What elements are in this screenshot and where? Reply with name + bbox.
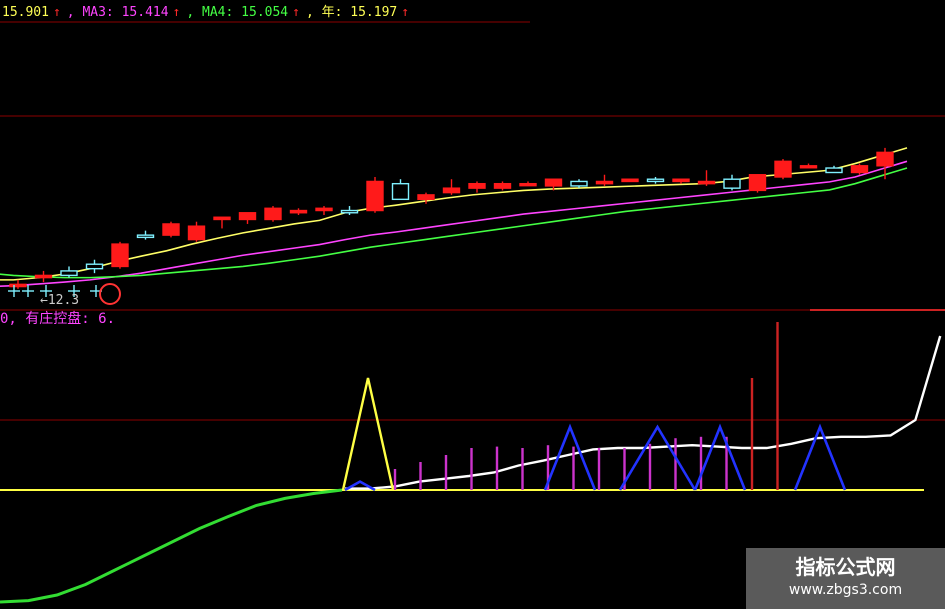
header-item-year: , 年: 15.197	[305, 5, 398, 20]
green-curve	[0, 488, 343, 604]
candle-body	[162, 223, 180, 236]
candle-body	[238, 212, 257, 221]
candle-body	[595, 180, 614, 185]
candle-body	[391, 182, 410, 201]
yellow-spike	[341, 377, 395, 491]
ma-line	[0, 147, 908, 281]
candle-body	[136, 234, 155, 239]
candle-body	[799, 165, 818, 169]
candle-body	[340, 209, 359, 214]
moving-average-lines	[0, 147, 908, 287]
candle-body	[697, 180, 716, 185]
control-indicator-label: 0, 有庄控盘: 6.	[0, 311, 116, 327]
ma-line	[0, 160, 908, 287]
watermark: 指标公式网 www.zbgs3.com	[746, 548, 945, 609]
candle-body	[417, 194, 435, 201]
arrow-up-icon: ↑	[52, 5, 61, 20]
candle-body	[493, 182, 512, 189]
candle-body	[876, 151, 894, 167]
header-item-ma3: , MA3: 15.414	[66, 5, 169, 20]
header-item-ma4: , MA4: 15.054	[186, 5, 289, 20]
candle-body	[111, 243, 129, 268]
candle-body	[9, 283, 27, 288]
blue-zigzag	[693, 423, 747, 491]
candle-body	[621, 178, 639, 183]
candle-body	[774, 160, 792, 178]
candle-body	[672, 178, 690, 183]
candle-body	[723, 178, 741, 189]
candle-body	[850, 165, 869, 174]
candle-body	[289, 209, 308, 214]
candle-body	[570, 180, 588, 187]
white-line	[345, 335, 942, 490]
stock-chart: ←12.3	[0, 21, 945, 604]
blue-zigzag	[618, 424, 697, 491]
candle-body	[213, 216, 231, 221]
candlesticks	[8, 147, 894, 305]
candle-body	[825, 167, 843, 174]
candle-body	[646, 178, 665, 183]
candle-body	[85, 263, 104, 270]
candle-body	[544, 178, 563, 187]
indicator-header: 15.901 ↑, MA3: 15.414 ↑, MA4: 15.054 ↑, 年: …	[2, 4, 415, 22]
candle-body	[34, 274, 53, 279]
candle-body	[315, 207, 333, 212]
candle-body	[468, 182, 486, 189]
candle-body	[60, 270, 78, 277]
candle-body	[366, 180, 384, 212]
watermark-title: 指标公式网	[795, 555, 896, 579]
candle-body	[187, 225, 206, 241]
candle-body	[748, 174, 767, 192]
watermark-url: www.zbgs3.com	[788, 582, 903, 598]
ma-line	[0, 167, 908, 279]
arrow-up-icon: ↑	[401, 5, 410, 20]
arrow-up-icon: ↑	[172, 5, 181, 20]
candle-body	[519, 182, 537, 187]
marker-circle-icon	[99, 283, 121, 305]
header-item-close: 15.901	[2, 5, 49, 20]
candle-body	[264, 207, 282, 221]
arrow-up-icon: ↑	[292, 5, 300, 20]
price-annotation: ←12.3	[40, 293, 79, 308]
candle-body	[442, 187, 461, 194]
